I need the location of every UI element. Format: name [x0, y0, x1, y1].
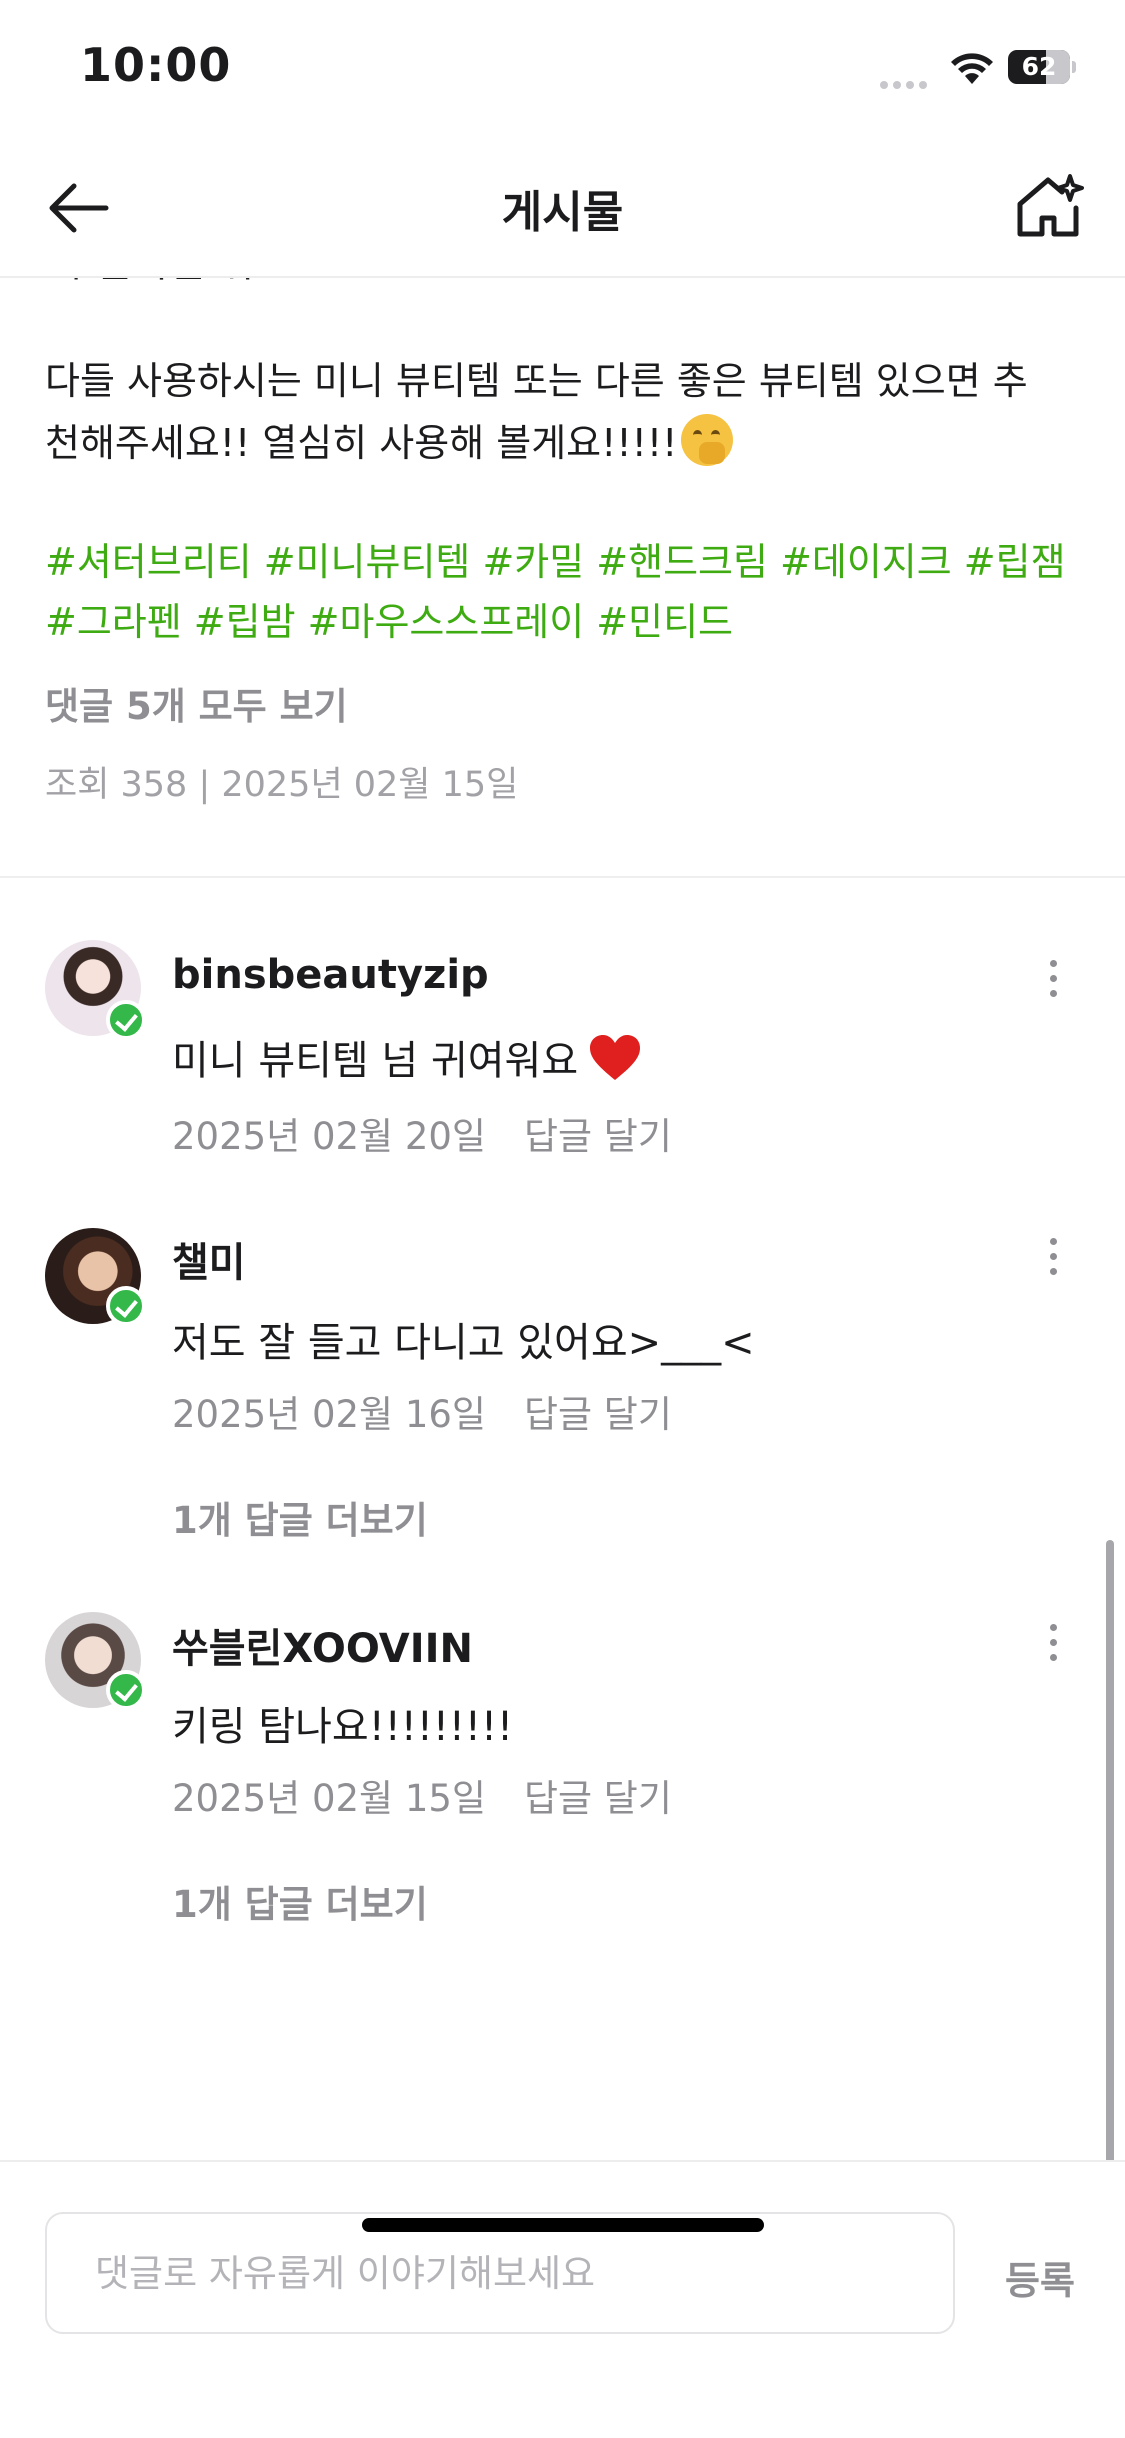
post-meta: 조회 358 | 2025년 02월 15일: [45, 765, 519, 805]
comment-text: 저도 잘 들고 다니고 있어요>___<: [172, 1320, 755, 1366]
home-sparkle-icon[interactable]: [1010, 168, 1086, 244]
reply-button[interactable]: 답글 달기: [524, 1777, 672, 1820]
more-options-icon[interactable]: [1040, 1624, 1066, 1670]
verified-badge-icon: [106, 1286, 146, 1326]
verified-badge-icon: [106, 1670, 146, 1710]
verified-badge-icon: [106, 1000, 146, 1040]
comment-date-row: 2025년 02월 15일 답글 달기: [172, 1768, 672, 1822]
comment-date-row: 2025년 02월 16일 답글 달기: [172, 1384, 672, 1438]
cellular-signal-icon: [880, 74, 932, 89]
reply-button[interactable]: 답글 달기: [524, 1393, 672, 1436]
comment-username[interactable]: binsbeautyzip: [172, 952, 489, 998]
post-body-line: 다들 사용하시는 미니 뷰티템 또는 다른 좋은 뷰티템 있으면 추: [45, 359, 1028, 403]
submit-button[interactable]: 등록: [1005, 2250, 1075, 2305]
status-bar: 10:00 62: [0, 0, 1125, 140]
more-options-icon[interactable]: [1040, 960, 1066, 1006]
post-body-line: 천해주세요!! 열심히 사용해 볼게요!!!!!: [45, 421, 678, 465]
hashtag-line[interactable]: #그라펜 #립밤 #마우스스프레이 #민티드: [45, 592, 1105, 652]
comment-username[interactable]: 쑤블린XOOVIIN: [172, 1616, 473, 1674]
home-indicator[interactable]: [362, 2218, 764, 2232]
view-all-comments-link[interactable]: 댓글 5개 모두 보기: [45, 676, 348, 730]
red-heart-emoji-icon: [590, 1035, 641, 1080]
wifi-icon: [951, 53, 993, 84]
comment-text: 미니 뷰티템 넘 귀여워요: [172, 1028, 642, 1086]
view-more-replies-button[interactable]: 1개 답글 더보기: [172, 1490, 428, 1544]
hand-over-mouth-emoji-icon: [681, 414, 734, 466]
page-title: 게시물: [501, 187, 624, 238]
battery-level: 62: [1021, 52, 1057, 81]
more-options-icon[interactable]: [1040, 1238, 1066, 1284]
hashtags: #셔터브리티 #미니뷰티템 #카밀 #핸드크림 #데이지크 #립잼 #그라펜 #…: [45, 532, 1105, 652]
divider: [0, 876, 1125, 878]
comment-input-bar: 등록: [0, 2160, 1125, 2438]
comment-date: 2025년 02월 20일: [172, 1115, 486, 1158]
comment-date: 2025년 02월 15일: [172, 1777, 486, 1820]
comment-date-row: 2025년 02월 20일 답글 달기: [172, 1106, 672, 1160]
status-time: 10:00: [80, 38, 232, 92]
reply-button[interactable]: 답글 달기: [524, 1115, 672, 1158]
hashtag-line[interactable]: #셔터브리티 #미니뷰티템 #카밀 #핸드크림 #데이지크 #립잼: [45, 532, 1105, 592]
comment-username[interactable]: 챌미: [172, 1230, 246, 1288]
comment-date: 2025년 02월 16일: [172, 1393, 486, 1436]
navigation-bar: 게시물: [0, 140, 1125, 278]
view-more-replies-button[interactable]: 1개 답글 더보기: [172, 1874, 428, 1928]
comment-text: 키링 탐나요!!!!!!!!!: [172, 1704, 514, 1750]
post-body: 다들 사용하시는 미니 뷰티템 또는 다른 좋은 뷰티템 있으면 추 천해주세요…: [45, 350, 1085, 474]
battery-icon: 62: [1008, 50, 1076, 84]
